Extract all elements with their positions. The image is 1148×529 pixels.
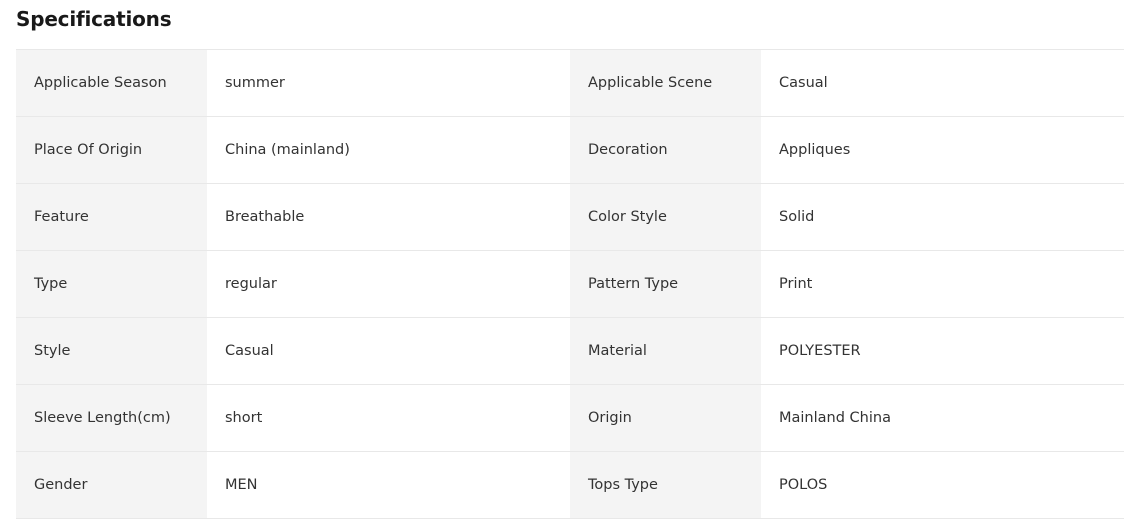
spec-row: Applicable Season summer Applicable Scen… [16,50,1124,117]
spec-name: Place Of Origin [16,117,207,183]
spec-name: Material [570,318,761,384]
specifications-title: Specifications [16,7,172,31]
spec-row: Place Of Origin China (mainland) Decorat… [16,117,1124,184]
spec-name: Applicable Season [16,50,207,116]
spec-name: Feature [16,184,207,250]
spec-name: Color Style [570,184,761,250]
spec-name: Style [16,318,207,384]
spec-name: Applicable Scene [570,50,761,116]
spec-row: Gender MEN Tops Type POLOS [16,452,1124,519]
spec-value: summer [207,50,570,116]
spec-value: Mainland China [761,385,1124,451]
spec-row: Type regular Pattern Type Print [16,251,1124,318]
spec-name: Type [16,251,207,317]
spec-name: Decoration [570,117,761,183]
spec-row: Style Casual Material POLYESTER [16,318,1124,385]
spec-value: POLOS [761,452,1124,518]
spec-value: Casual [207,318,570,384]
spec-row: Feature Breathable Color Style Solid [16,184,1124,251]
spec-name: Sleeve Length(cm) [16,385,207,451]
spec-name: Pattern Type [570,251,761,317]
spec-value: Casual [761,50,1124,116]
spec-value: short [207,385,570,451]
spec-name: Tops Type [570,452,761,518]
spec-value: Appliques [761,117,1124,183]
spec-value: POLYESTER [761,318,1124,384]
spec-name: Gender [16,452,207,518]
spec-value: Breathable [207,184,570,250]
specifications-table: Applicable Season summer Applicable Scen… [16,49,1124,519]
spec-value: China (mainland) [207,117,570,183]
spec-value: MEN [207,452,570,518]
spec-value: Solid [761,184,1124,250]
spec-value: Print [761,251,1124,317]
spec-value: regular [207,251,570,317]
spec-row: Sleeve Length(cm) short Origin Mainland … [16,385,1124,452]
spec-name: Origin [570,385,761,451]
